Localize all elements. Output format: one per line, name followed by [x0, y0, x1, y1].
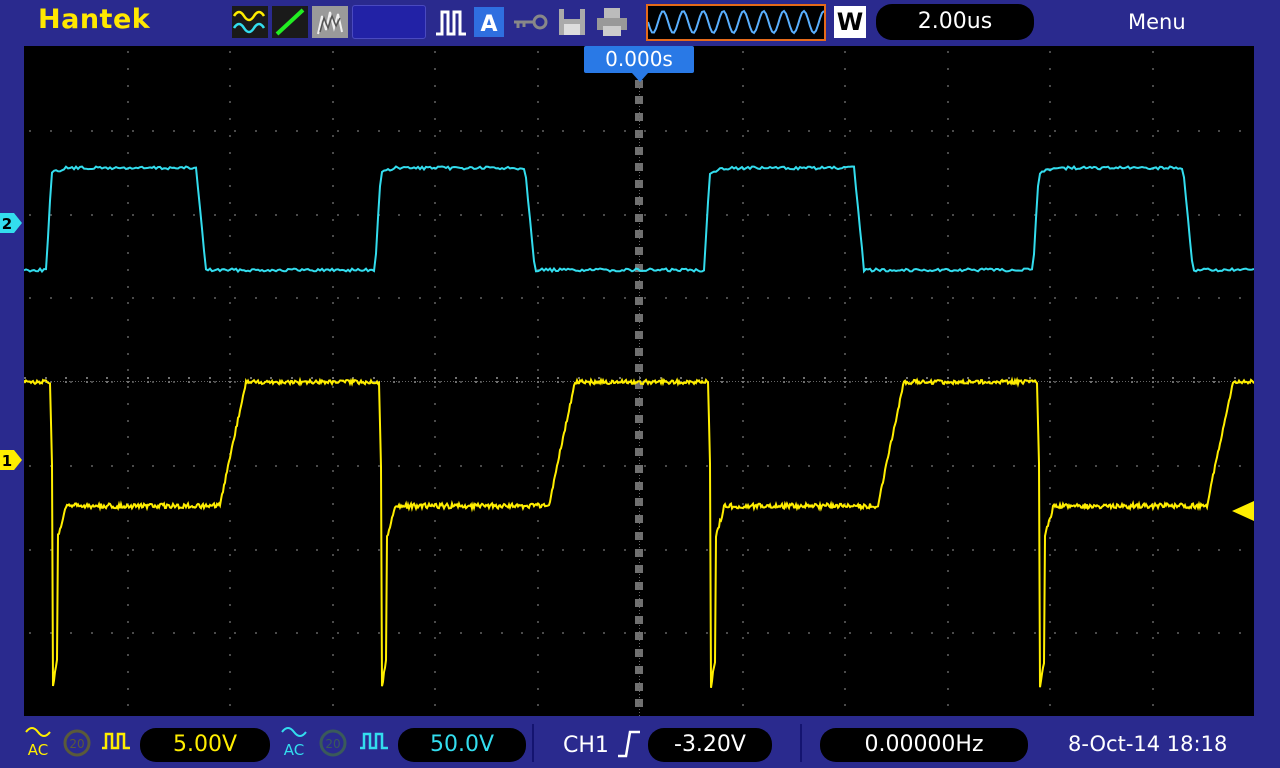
ch2-ground-marker[interactable]: 2	[0, 211, 24, 239]
run-stop-icon[interactable]	[434, 6, 470, 38]
datetime-label: 8-Oct-14 18:18	[1068, 732, 1228, 756]
top-toolbar: Hantek A W 2.00us Menu	[0, 0, 1280, 46]
memory-waveform-icon[interactable]	[646, 4, 826, 41]
waveform-display[interactable]	[24, 46, 1254, 716]
menu-button[interactable]: Menu	[1128, 10, 1186, 34]
frequency-readout: 0.00000Hz	[820, 728, 1028, 762]
ch1-ground-marker[interactable]: 1	[0, 448, 24, 476]
rising-edge-icon[interactable]	[616, 728, 642, 762]
ch2-scale-readout[interactable]: 50.0V	[398, 728, 526, 762]
svg-text:2: 2	[2, 215, 12, 233]
bottom-status-bar: AC 20 5.00V AC 20 50.0V CH1 -3.20V 0.000…	[0, 716, 1280, 768]
acquire-mode-badge[interactable]: W	[834, 6, 866, 38]
persist-icon[interactable]	[312, 6, 348, 38]
svg-text:1: 1	[2, 452, 12, 470]
status-slot	[352, 5, 426, 39]
ch1-scale-readout[interactable]: 5.00V	[140, 728, 270, 762]
timebase-readout[interactable]: 2.00us	[876, 4, 1034, 40]
ch1-bandwidth-limit-icon[interactable]: 20	[62, 728, 94, 762]
divider	[532, 724, 534, 762]
trigger-position-readout: 0.000s	[584, 46, 694, 73]
svg-text:20: 20	[325, 737, 340, 751]
print-icon[interactable]	[594, 6, 630, 38]
cursor-line-icon[interactable]	[272, 6, 308, 38]
brand-logo: Hantek	[38, 4, 151, 35]
trigger-level-marker[interactable]	[1232, 499, 1256, 527]
ch2-invert-icon[interactable]	[358, 728, 392, 760]
trigger-level-readout[interactable]: -3.20V	[648, 728, 772, 762]
svg-text:AC: AC	[284, 741, 304, 758]
ch2-coupling-ac-icon[interactable]: AC	[280, 724, 310, 762]
waveform-icon[interactable]	[232, 6, 268, 38]
key-icon[interactable]	[510, 6, 550, 38]
auto-icon[interactable]: A	[474, 7, 504, 37]
ch1-coupling-ac-icon[interactable]: AC	[24, 724, 54, 762]
trigger-source-label[interactable]: CH1	[563, 733, 609, 758]
trigger-position-arrow-icon	[632, 73, 648, 82]
svg-text:A: A	[480, 12, 497, 37]
ch2-bandwidth-limit-icon[interactable]: 20	[318, 728, 350, 762]
svg-text:AC: AC	[28, 741, 48, 758]
ch1-invert-icon[interactable]	[100, 728, 134, 760]
save-icon[interactable]	[556, 6, 588, 38]
svg-text:20: 20	[69, 737, 84, 751]
divider	[800, 724, 802, 762]
